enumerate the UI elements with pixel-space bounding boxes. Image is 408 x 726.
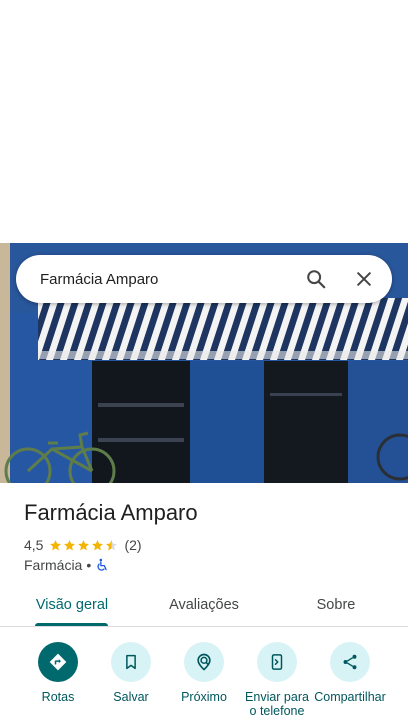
rating-value: 4,5 <box>24 537 44 553</box>
search-button[interactable] <box>292 255 340 303</box>
half-star-icon <box>106 539 118 550</box>
separator-dot: • <box>86 557 92 573</box>
send-to-phone-label: Enviar para o telefone <box>245 690 309 718</box>
share-label: Compartilhar <box>314 690 386 704</box>
wheelchair-accessible-icon <box>97 558 107 571</box>
star-icon <box>50 539 62 550</box>
nearby-label: Próximo <box>181 690 227 704</box>
share-button[interactable]: Compartilhar <box>312 640 388 704</box>
place-title: Farmácia Amparo <box>24 500 198 525</box>
directions-label: Rotas <box>41 690 75 704</box>
save-button-circle <box>111 642 151 682</box>
nearby-icon <box>197 653 211 671</box>
star-icon <box>64 539 76 550</box>
search-input[interactable] <box>16 255 292 303</box>
share-button-circle <box>330 642 370 682</box>
bookmark-icon <box>126 654 136 670</box>
nearby-button-circle <box>184 642 224 682</box>
review-count[interactable]: (2) <box>124 537 141 553</box>
directions-button-circle <box>38 642 78 682</box>
share-icon <box>343 654 357 670</box>
category-row: Farmácia • <box>24 556 109 574</box>
place-tabs: Visão geral Avaliações Sobre <box>0 585 408 627</box>
save-button[interactable]: Salvar <box>93 640 169 704</box>
tab-overview[interactable]: Visão geral <box>24 585 120 627</box>
send-to-phone-icon <box>271 654 283 670</box>
tab-about[interactable]: Sobre <box>296 585 376 627</box>
star-icon <box>78 539 90 550</box>
directions-button[interactable]: Rotas <box>20 640 96 704</box>
send-to-phone-button[interactable]: Enviar para o telefone <box>239 640 315 718</box>
close-icon <box>357 272 371 286</box>
rating-row[interactable]: 4,5 (2) <box>24 536 142 554</box>
directions-icon <box>49 653 67 671</box>
send-to-phone-button-circle <box>257 642 297 682</box>
place-category: Farmácia <box>24 557 83 573</box>
nearby-button[interactable]: Próximo <box>166 640 242 704</box>
rating-stars <box>49 539 119 552</box>
active-tab-indicator <box>35 623 108 626</box>
search-icon <box>307 270 326 289</box>
tab-reviews[interactable]: Avaliações <box>156 585 252 627</box>
clear-search-button[interactable] <box>340 255 388 303</box>
search-bar[interactable] <box>16 255 392 303</box>
star-icon <box>92 539 104 550</box>
map-area[interactable] <box>0 0 408 243</box>
save-label: Salvar <box>113 690 149 704</box>
